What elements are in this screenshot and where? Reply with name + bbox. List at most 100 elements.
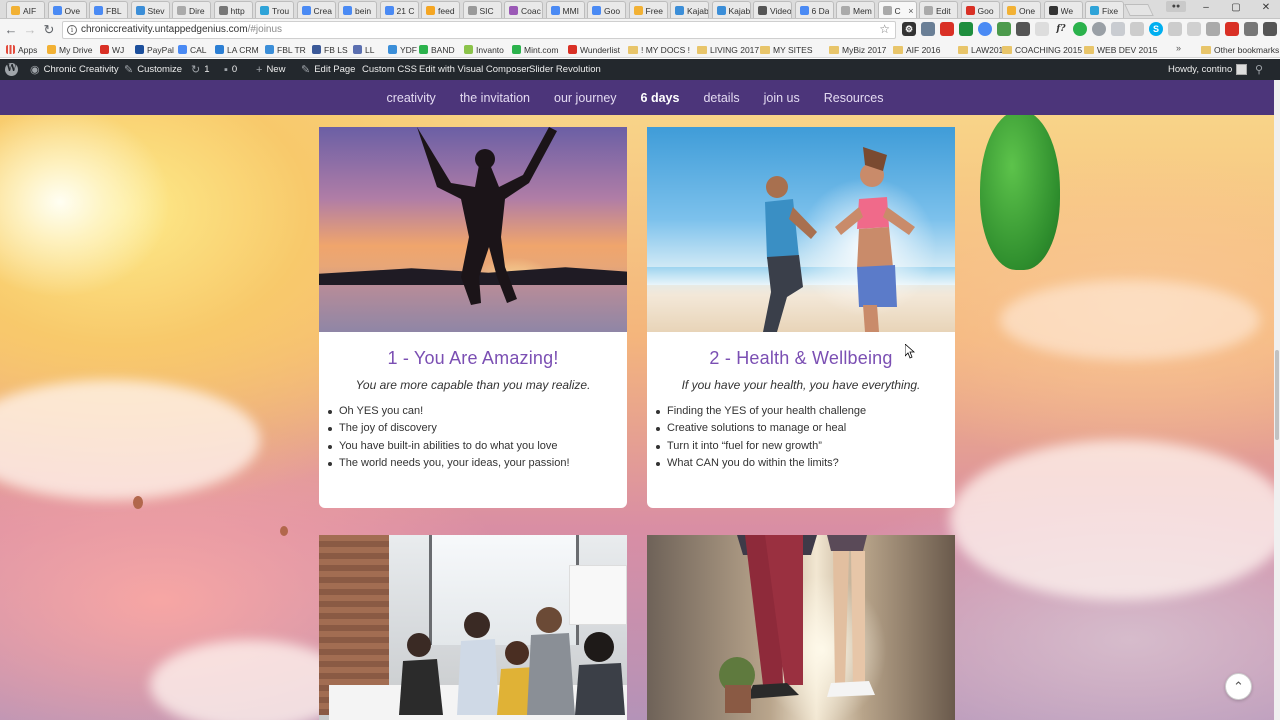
bookmark-item[interactable]: Mint.com bbox=[512, 43, 558, 56]
browser-tab[interactable]: Video bbox=[753, 1, 792, 18]
puzzle-extension-icon[interactable] bbox=[1016, 22, 1030, 36]
browser-tab[interactable]: FBL bbox=[89, 1, 128, 18]
browser-tab[interactable]: http bbox=[213, 1, 253, 18]
browser-tab[interactable]: Goo bbox=[960, 1, 1000, 18]
browser-tab[interactable]: Goo bbox=[587, 1, 626, 18]
nav-item-details[interactable]: details bbox=[691, 91, 751, 105]
info-icon[interactable]: i bbox=[67, 25, 77, 35]
bookmark-item[interactable]: COACHING 2015 bbox=[1002, 43, 1082, 56]
page-scrollbar[interactable] bbox=[1274, 80, 1280, 720]
account-menu[interactable]: Howdy, contino bbox=[1168, 59, 1248, 80]
browser-tab[interactable]: Ove bbox=[47, 1, 87, 18]
minimize-icon[interactable]: – bbox=[1198, 2, 1214, 13]
cast-extension-icon[interactable] bbox=[1244, 22, 1258, 36]
comments-link[interactable]: ▪ 0 bbox=[224, 59, 237, 80]
new-tab-button[interactable] bbox=[1124, 4, 1154, 16]
bookmark-item[interactable]: LA CRM bbox=[215, 43, 259, 56]
function-extension-icon[interactable]: f? bbox=[1054, 22, 1068, 36]
evernote-extension-icon[interactable] bbox=[959, 22, 973, 36]
settings-extension-icon[interactable]: ⚙ bbox=[902, 22, 916, 36]
nav-item-our-journey[interactable]: our journey bbox=[542, 91, 629, 105]
admin-search-icon[interactable]: ⚲ bbox=[1255, 59, 1263, 80]
monitor-extension-icon[interactable] bbox=[997, 22, 1011, 36]
browser-tab[interactable]: MMI bbox=[545, 1, 585, 18]
screen-extension-icon[interactable] bbox=[921, 22, 935, 36]
bookmark-item[interactable]: PayPal bbox=[135, 43, 174, 56]
frame-extension-icon[interactable] bbox=[1187, 22, 1201, 36]
reload-icon[interactable]: ↻ bbox=[41, 22, 57, 38]
profile-chip[interactable]: ●● bbox=[1166, 1, 1186, 12]
grid-extension-icon[interactable] bbox=[1168, 22, 1182, 36]
bookmark-item[interactable]: MY SITES bbox=[760, 43, 813, 56]
bookmark-item[interactable]: ! MY DOCS ! bbox=[628, 43, 690, 56]
updates-link[interactable]: ↻ 1 bbox=[191, 59, 210, 80]
browser-tab[interactable]: C × bbox=[877, 1, 917, 18]
forward-icon[interactable]: → bbox=[22, 22, 38, 38]
browser-tab[interactable]: Kajab bbox=[711, 1, 751, 18]
bookmark-item[interactable]: Invanto bbox=[464, 43, 504, 56]
browser-tab[interactable]: feed bbox=[421, 1, 460, 18]
blank-extension-icon[interactable] bbox=[1035, 22, 1049, 36]
bookmark-item[interactable]: CAL bbox=[178, 43, 207, 56]
bookmarks-overflow-icon[interactable]: » bbox=[1176, 43, 1181, 53]
back-icon[interactable]: ← bbox=[3, 22, 19, 38]
nav-item-join-us[interactable]: join us bbox=[752, 91, 812, 105]
gray-extension-icon[interactable] bbox=[1092, 22, 1106, 36]
browser-tab[interactable]: AIF bbox=[6, 1, 45, 18]
reader-extension-icon[interactable] bbox=[1206, 22, 1220, 36]
scrollbar-thumb[interactable] bbox=[1275, 350, 1279, 440]
red-extension-icon[interactable] bbox=[1225, 22, 1239, 36]
bookmark-item[interactable]: FB LS bbox=[312, 43, 348, 56]
bookmark-item[interactable]: YDF bbox=[388, 43, 417, 56]
custom-css-link[interactable]: Custom CSS bbox=[362, 59, 417, 80]
bookmark-item[interactable]: LAW2015 bbox=[958, 43, 1008, 56]
wordpress-logo-icon[interactable]: W bbox=[5, 59, 18, 80]
skype-extension-icon[interactable]: S bbox=[1149, 22, 1163, 36]
nav-item-creativity[interactable]: creativity bbox=[374, 91, 447, 105]
nav-item-resources[interactable]: Resources bbox=[812, 91, 896, 105]
browser-tab[interactable]: bein bbox=[338, 1, 377, 18]
browser-tab[interactable]: 21 C bbox=[379, 1, 419, 18]
slider-revolution-link[interactable]: Slider Revolution bbox=[529, 59, 601, 80]
messenger-extension-icon[interactable] bbox=[978, 22, 992, 36]
bookmark-item[interactable]: BAND bbox=[419, 43, 455, 56]
browser-tab[interactable]: Fixe bbox=[1085, 1, 1124, 18]
visual-composer-link[interactable]: Edit with Visual Composer bbox=[419, 59, 530, 80]
browser-tab[interactable]: 6 Da bbox=[794, 1, 834, 18]
maximize-icon[interactable]: ▢ bbox=[1228, 2, 1244, 13]
browser-tab[interactable]: SIC bbox=[462, 1, 502, 18]
browser-tab[interactable]: Stev bbox=[130, 1, 170, 18]
edit-page-link[interactable]: ✎ Edit Page bbox=[301, 59, 355, 80]
bookmark-item[interactable]: LIVING 2017 bbox=[697, 43, 759, 56]
tab-close-icon[interactable]: × bbox=[908, 6, 913, 16]
bookmark-item[interactable]: Apps bbox=[6, 43, 37, 56]
close-window-icon[interactable]: ✕ bbox=[1258, 2, 1274, 13]
bookmark-item[interactable]: LL bbox=[353, 43, 374, 56]
browser-tab[interactable]: Crea bbox=[296, 1, 336, 18]
bookmark-item[interactable]: WEB DEV 2015 bbox=[1084, 43, 1157, 56]
browser-tab[interactable]: Dire bbox=[172, 1, 211, 18]
browser-tab[interactable]: Mem bbox=[836, 1, 875, 18]
bookmark-star-icon[interactable]: ☆ bbox=[879, 22, 890, 36]
browser-tab[interactable]: Coac bbox=[504, 1, 543, 18]
browser-tab[interactable]: One bbox=[1002, 1, 1041, 18]
menu-extension-icon[interactable] bbox=[1263, 22, 1277, 36]
cloud-extension-icon[interactable] bbox=[1111, 22, 1125, 36]
browser-tab[interactable]: Edit bbox=[919, 1, 958, 18]
bookmark-item[interactable]: AIF 2016 bbox=[893, 43, 941, 56]
bookmark-item[interactable]: MyBiz 2017 bbox=[829, 43, 886, 56]
new-content-link[interactable]: + New bbox=[256, 59, 285, 80]
bookmark-item[interactable]: FBL TR bbox=[265, 43, 306, 56]
customize-link[interactable]: ✎ Customize bbox=[124, 59, 182, 80]
other-bookmarks[interactable]: Other bookmarks bbox=[1201, 43, 1279, 56]
nav-item-the-invitation[interactable]: the invitation bbox=[448, 91, 542, 105]
address-bar[interactable]: i chroniccreativity.untappedgenius.com/#… bbox=[62, 21, 896, 39]
site-name-link[interactable]: ◉ Chronic Creativity bbox=[30, 59, 119, 80]
pdf-extension-icon[interactable] bbox=[940, 22, 954, 36]
browser-tab[interactable]: Trou bbox=[255, 1, 294, 18]
browser-tab[interactable]: Free bbox=[628, 1, 668, 18]
bookmark-item[interactable]: Wunderlist bbox=[568, 43, 620, 56]
browser-tab[interactable]: We bbox=[1043, 1, 1083, 18]
bookmark-item[interactable]: My Drive bbox=[47, 43, 93, 56]
browser-tab[interactable]: Kajab bbox=[670, 1, 709, 18]
